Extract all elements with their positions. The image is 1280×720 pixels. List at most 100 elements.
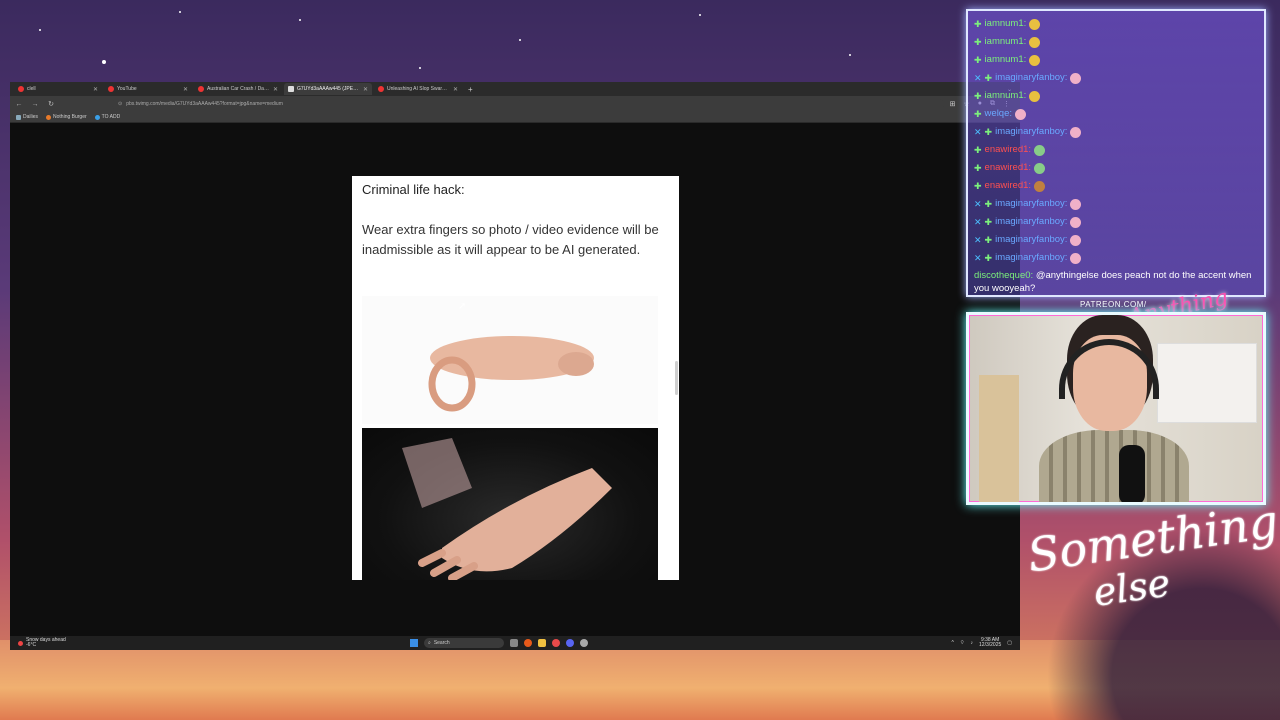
chat-badge-icon: ✚ — [984, 127, 993, 137]
site-info-icon[interactable]: ⊙ — [118, 101, 122, 107]
chat-badge-icon: ✕ — [974, 199, 982, 209]
bookmark-dailies[interactable]: Dailies — [16, 114, 38, 120]
burger-icon — [46, 114, 52, 120]
tab-label: Unleashing AI Slop Swarms - Y — [387, 86, 450, 92]
chat-emote-icon — [1034, 180, 1046, 192]
windows-start-icon[interactable] — [410, 639, 418, 647]
chat-username: welqe: — [984, 108, 1013, 119]
task-view-icon[interactable] — [510, 639, 518, 647]
weather-widget[interactable]: Snow days ahead -6°C — [18, 638, 148, 648]
chat-username: imaginaryfanboy: — [995, 198, 1068, 209]
chat-badge-icon: ✕ — [974, 253, 982, 263]
chat-username: enawired1: — [984, 144, 1032, 155]
chat-badge-icon: ✚ — [974, 91, 982, 101]
forward-icon[interactable]: → — [30, 101, 40, 108]
tab-close-icon[interactable]: ✕ — [93, 86, 98, 93]
file-explorer-icon[interactable] — [538, 639, 546, 647]
tab-label: YouTube — [117, 86, 137, 92]
chat-message: ✚ iamnum1: — [974, 33, 1258, 51]
youtube-icon — [378, 86, 384, 92]
weather-icon — [18, 640, 23, 646]
network-icon[interactable]: ⌔ — [960, 640, 965, 646]
cam-dresser — [1157, 343, 1257, 423]
new-tab-button[interactable]: + — [464, 85, 477, 94]
bookmark-nothing-burger[interactable]: Nothing Burger — [46, 114, 87, 120]
tab-close-icon[interactable]: ✕ — [363, 86, 368, 93]
notification-icon[interactable]: ▢ — [1007, 640, 1012, 646]
chat-emote-icon — [1070, 72, 1082, 84]
clock[interactable]: 9:38 AM 12/3/2025 — [979, 638, 1001, 648]
chat-message: ✕ ✚ imaginaryfanboy: — [974, 249, 1258, 267]
chat-badge-icon: ✚ — [974, 37, 982, 47]
discord-icon[interactable] — [566, 639, 574, 647]
url-text[interactable]: pbs.twimg.com/media/G7UYd3aAAAw445?forma… — [126, 101, 283, 107]
clock-date: 12/3/2025 — [979, 642, 1002, 648]
tab-3[interactable]: G7UYd3aAAAw445 (JPEG Image✕ — [284, 83, 372, 95]
chat-username: iamnum1: — [984, 90, 1027, 101]
chat-username: iamnum1: — [984, 54, 1027, 65]
chat-badge-icon: ✕ — [974, 235, 982, 245]
back-icon[interactable]: ← — [14, 101, 24, 108]
chat-badge-icon: ✚ — [984, 199, 993, 209]
chat-emote-icon — [1070, 234, 1082, 246]
headphones — [1059, 339, 1159, 399]
chat-message: ✕ ✚ imaginaryfanboy: — [974, 213, 1258, 231]
chat-message: ✕ ✚ imaginaryfanboy: — [974, 123, 1258, 141]
chat-badge-icon: ✚ — [984, 217, 993, 227]
chat-message: ✚ iamnum1: — [974, 51, 1258, 69]
windows-taskbar: Snow days ahead -6°C ⌕ Search ^ ⌔ ♪ 9:38 … — [10, 636, 1020, 650]
chat-message: ✕ ✚ imaginaryfanboy: — [974, 195, 1258, 213]
cam-person-body — [1039, 430, 1189, 502]
folder-icon — [16, 114, 21, 120]
chat-username: imaginaryfanboy: — [995, 252, 1068, 263]
obs-icon[interactable] — [580, 639, 588, 647]
prosthetic-finger-illustration — [428, 336, 594, 412]
translate-icon[interactable]: ⊞ — [950, 100, 956, 108]
hand-photo — [362, 428, 658, 580]
stream-chat: ✚ iamnum1: ✚ iamnum1: ✚ iamnum1: ✕ ✚ imaginaryfa… — [966, 9, 1266, 297]
tab-label: Australian Car Crash / Dash Ca — [207, 86, 270, 92]
chat-message: ✚ welqe: — [974, 105, 1258, 123]
address-bar[interactable]: ⊙ pbs.twimg.com/media/G7UYd3aAAAw445?for… — [112, 98, 944, 110]
globe-icon — [94, 114, 100, 120]
chat-badge-icon: ✚ — [974, 163, 982, 173]
chat-username: imaginaryfanboy: — [995, 72, 1068, 83]
chrome-icon[interactable] — [552, 639, 560, 647]
youtube-icon — [198, 86, 204, 92]
chat-username: iamnum1: — [984, 18, 1027, 29]
chat-badge-icon: ✕ — [974, 73, 982, 83]
image-body-text: Wear extra fingers so photo / video evid… — [362, 222, 659, 257]
bookmark-to-add[interactable]: TO ADD — [94, 114, 121, 120]
reload-icon[interactable]: ↻ — [46, 100, 56, 108]
image-title-text: Criminal life hack: — [362, 182, 465, 197]
tab-4[interactable]: Unleashing AI Slop Swarms - Y ✕ — [374, 83, 462, 95]
mouse-cursor-icon: ➚ — [458, 301, 467, 312]
chat-message: ✚ enawired1: — [974, 177, 1258, 195]
chat-username: discotheque0: — [974, 270, 1034, 281]
taskbar-apps: ⌕ Search — [410, 638, 588, 648]
chat-emote-icon — [1034, 144, 1046, 156]
chat-username: imaginaryfanboy: — [995, 234, 1068, 245]
x-icon — [288, 86, 294, 92]
bookmark-label: TO ADD — [101, 114, 121, 120]
tab-2[interactable]: Australian Car Crash / Dash Ca✕ — [194, 83, 282, 95]
taskbar-search[interactable]: ⌕ Search — [424, 638, 504, 648]
chat-username: enawired1: — [984, 180, 1032, 191]
search-icon: ⌕ — [428, 640, 431, 646]
tab-close-icon[interactable]: ✕ — [183, 86, 188, 93]
chat-username: imaginaryfanboy: — [995, 126, 1068, 137]
tab-close-icon[interactable]: ✕ — [273, 86, 278, 93]
firefox-icon[interactable] — [524, 639, 532, 647]
tray-overflow-icon[interactable]: ^ — [951, 640, 953, 646]
tab-1[interactable]: YouTube ✕ — [104, 83, 192, 95]
scrollbar-thumb[interactable] — [675, 361, 678, 395]
tab-close-icon[interactable]: ✕ — [453, 86, 458, 93]
chat-emote-icon — [1029, 54, 1041, 66]
jpeg-image[interactable]: Criminal life hack: Wear extra fingers s… — [352, 176, 679, 580]
chat-emote-icon — [1029, 18, 1041, 30]
chat-badge-icon: ✕ — [974, 127, 982, 137]
tab-0[interactable]: clell ✕ — [14, 83, 102, 95]
chat-badge-icon: ✚ — [974, 109, 982, 119]
volume-icon[interactable]: ♪ — [971, 640, 974, 646]
chat-emote-icon — [1029, 36, 1041, 48]
